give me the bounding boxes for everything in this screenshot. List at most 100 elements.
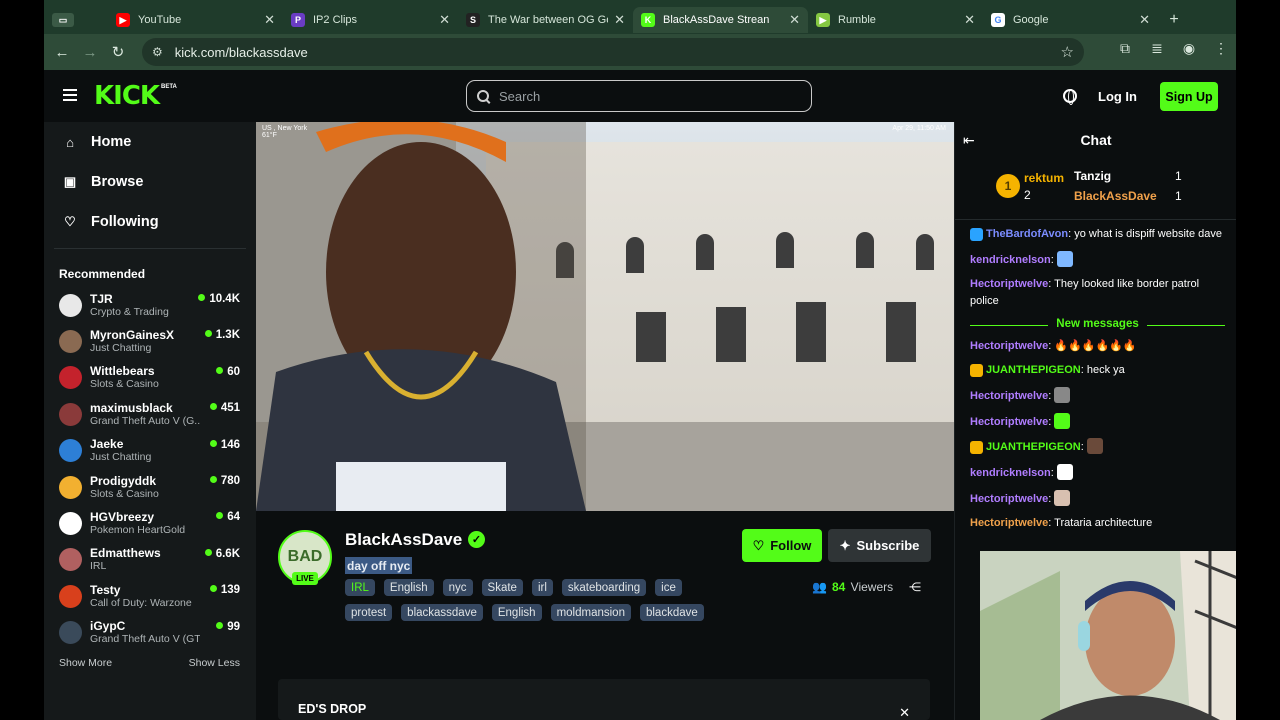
recommended-channel[interactable]: Edmatthews IRL 6.6K: [44, 542, 256, 578]
signup-button[interactable]: Sign Up: [1160, 82, 1218, 111]
top-gifter-name[interactable]: rektum: [1024, 171, 1064, 185]
recommended-channel[interactable]: Jaeke Just Chatting 146: [44, 433, 256, 469]
reload-icon[interactable]: ↻: [104, 43, 132, 61]
chat-message: Hectoriptwelve:: [970, 386, 1225, 405]
gifter-name[interactable]: Tanzig: [1074, 169, 1111, 183]
tag-chip[interactable]: ice: [655, 579, 682, 596]
tab-overview-button[interactable]: ▭: [44, 7, 108, 33]
tab-close-icon[interactable]: ✕: [964, 12, 975, 28]
address-bar[interactable]: ⚙ kick.com/blackassdave ☆: [142, 38, 1084, 66]
gifter-name[interactable]: BlackAssDave: [1074, 189, 1157, 203]
chat-text: yo what is dispiff website dave: [1074, 228, 1222, 240]
chat-username[interactable]: Hectoriptwelve: [970, 340, 1048, 352]
browser-tab[interactable]: P IP2 Clips ✕: [283, 7, 458, 33]
profile-icon[interactable]: ◉: [1178, 40, 1200, 57]
browser-tab[interactable]: G Google ✕: [983, 7, 1158, 33]
verified-check-icon: ✓: [468, 531, 485, 548]
tag-chip[interactable]: protest: [345, 604, 393, 621]
menu-dots-icon[interactable]: ⋮: [1210, 40, 1232, 57]
tag-chip[interactable]: skateboarding: [561, 579, 647, 596]
tab-close-icon[interactable]: ✕: [439, 12, 450, 28]
recommended-channel[interactable]: Prodigyddk Slots & Casino 780: [44, 469, 256, 505]
drop-panel[interactable]: ED'S DROP ✕: [278, 679, 930, 720]
chat-message: kendricknelson:: [970, 250, 1225, 269]
language-globe-icon[interactable]: [1063, 89, 1077, 105]
chat-username[interactable]: Hectoriptwelve: [970, 390, 1048, 402]
beta-label: BETA: [161, 84, 177, 90]
tab-close-icon[interactable]: ✕: [614, 12, 625, 28]
sidebar-item-browse[interactable]: ▣ Browse: [44, 162, 256, 202]
sidebar-item-following[interactable]: ♡ Following: [44, 202, 256, 242]
chat-username[interactable]: kendricknelson: [970, 467, 1051, 479]
hamburger-menu-icon[interactable]: [63, 89, 77, 91]
search-input[interactable]: Search: [466, 80, 812, 112]
bookmark-star-icon[interactable]: ☆: [1061, 43, 1074, 61]
site-info-icon[interactable]: ⚙: [152, 45, 163, 59]
viewer-count: 139: [210, 584, 240, 596]
url-text: kick.com/blackassdave: [174, 44, 308, 60]
channel-category: Grand Theft Auto V (GTA): [90, 633, 200, 646]
tab-close-icon[interactable]: ✕: [789, 12, 800, 28]
follow-button[interactable]: ♡ Follow: [742, 529, 822, 562]
tag-chip[interactable]: English: [383, 579, 434, 596]
tag-chip[interactable]: Skate: [481, 579, 523, 596]
tag-chip[interactable]: nyc: [442, 579, 473, 596]
avatar: [59, 512, 82, 536]
tag-chip[interactable]: blackassdave: [401, 604, 483, 621]
channel-name[interactable]: BlackAssDave: [345, 530, 462, 550]
chat-message: Hectoriptwelve:: [970, 489, 1225, 508]
recommended-channel[interactable]: TJR Crypto & Trading 10.4K: [44, 287, 256, 323]
close-icon[interactable]: ✕: [899, 705, 910, 720]
viewer-count: 146: [210, 439, 240, 451]
tag-chip[interactable]: IRL: [345, 579, 375, 596]
chat-username[interactable]: JUANTHEPIGEON: [986, 441, 1081, 453]
kick-logo[interactable]: KICK: [94, 81, 160, 111]
chat-username[interactable]: Hectoriptwelve: [970, 493, 1048, 505]
chat-username[interactable]: kendricknelson: [970, 254, 1051, 266]
browser-tab[interactable]: K BlackAssDave Strean ✕: [633, 7, 808, 33]
tag-list: IRL English nyc Skate irl skateboarding ice pro…: [345, 579, 705, 621]
follow-label: Follow: [770, 538, 812, 553]
new-messages-divider[interactable]: New messages: [970, 318, 1225, 330]
browser-tab[interactable]: S The War between OG Ge ✕: [458, 7, 633, 33]
browser-tab[interactable]: ▶ YouTube ✕: [108, 7, 283, 33]
show-more-button[interactable]: Show More: [59, 657, 112, 669]
chat-username[interactable]: TheBardofAvon: [986, 228, 1068, 240]
chat-username[interactable]: Hectoriptwelve: [970, 278, 1048, 290]
recommended-channel[interactable]: Wittlebears Slots & Casino 60: [44, 360, 256, 396]
tab-search-icon[interactable]: ⧉: [1114, 40, 1136, 57]
tag-chip[interactable]: English: [491, 604, 542, 621]
tag-chip[interactable]: blackdave: [639, 604, 704, 621]
back-icon[interactable]: ←: [48, 44, 76, 61]
login-button[interactable]: Log In: [1098, 89, 1137, 104]
recommended-heading: Recommended: [59, 267, 146, 281]
recommended-channel[interactable]: Testy Call of Duty: Warzone 139: [44, 578, 256, 614]
tag-chip[interactable]: irl: [531, 579, 553, 596]
share-icon[interactable]: ⋲: [909, 580, 921, 594]
viewers-icon: 👥: [812, 580, 827, 594]
chat-username[interactable]: Hectoriptwelve: [970, 517, 1048, 529]
forward-icon[interactable]: →: [76, 44, 104, 61]
chat-message: Hectoriptwelve: Trataria architecture: [970, 517, 1153, 530]
tab-close-icon[interactable]: ✕: [264, 12, 275, 28]
chat-username[interactable]: Hectoriptwelve: [970, 416, 1048, 428]
recommended-channel[interactable]: HGVbreezy Pokemon HeartGold 64: [44, 505, 256, 541]
tab-close-icon[interactable]: ✕: [1139, 12, 1150, 28]
show-less-button[interactable]: Show Less: [189, 657, 240, 669]
chat-username[interactable]: JUANTHEPIGEON: [986, 364, 1081, 376]
avatar: [59, 366, 82, 390]
video-player[interactable]: US , New York 61°F Apr 29, 11:50 AM: [256, 122, 954, 511]
chat-message: TheBardofAvon: yo what is dispiff websit…: [970, 226, 1225, 243]
tag-chip[interactable]: moldmansion: [550, 604, 631, 621]
location-text: US , New York: [262, 125, 308, 132]
recommended-channel[interactable]: iGypC Grand Theft Auto V (GTA) 99: [44, 615, 256, 651]
subscribe-button[interactable]: ✦ Subscribe: [828, 529, 931, 562]
sidebar-item-home[interactable]: ⌂ Home: [44, 122, 256, 162]
recommended-channel[interactable]: maximusblack Grand Theft Auto V (G... 451: [44, 396, 256, 432]
new-tab-button[interactable]: +: [1159, 7, 1189, 33]
recommended-channel[interactable]: MyronGainesX Just Chatting 1.3K: [44, 323, 256, 359]
channel-info: BAD LIVE BlackAssDave ✓ day off nyc IRL E…: [256, 511, 954, 720]
avatar: [59, 439, 82, 463]
browser-tab[interactable]: ▶ Rumble ✕: [808, 7, 983, 33]
reading-list-icon[interactable]: ≣: [1146, 40, 1168, 57]
